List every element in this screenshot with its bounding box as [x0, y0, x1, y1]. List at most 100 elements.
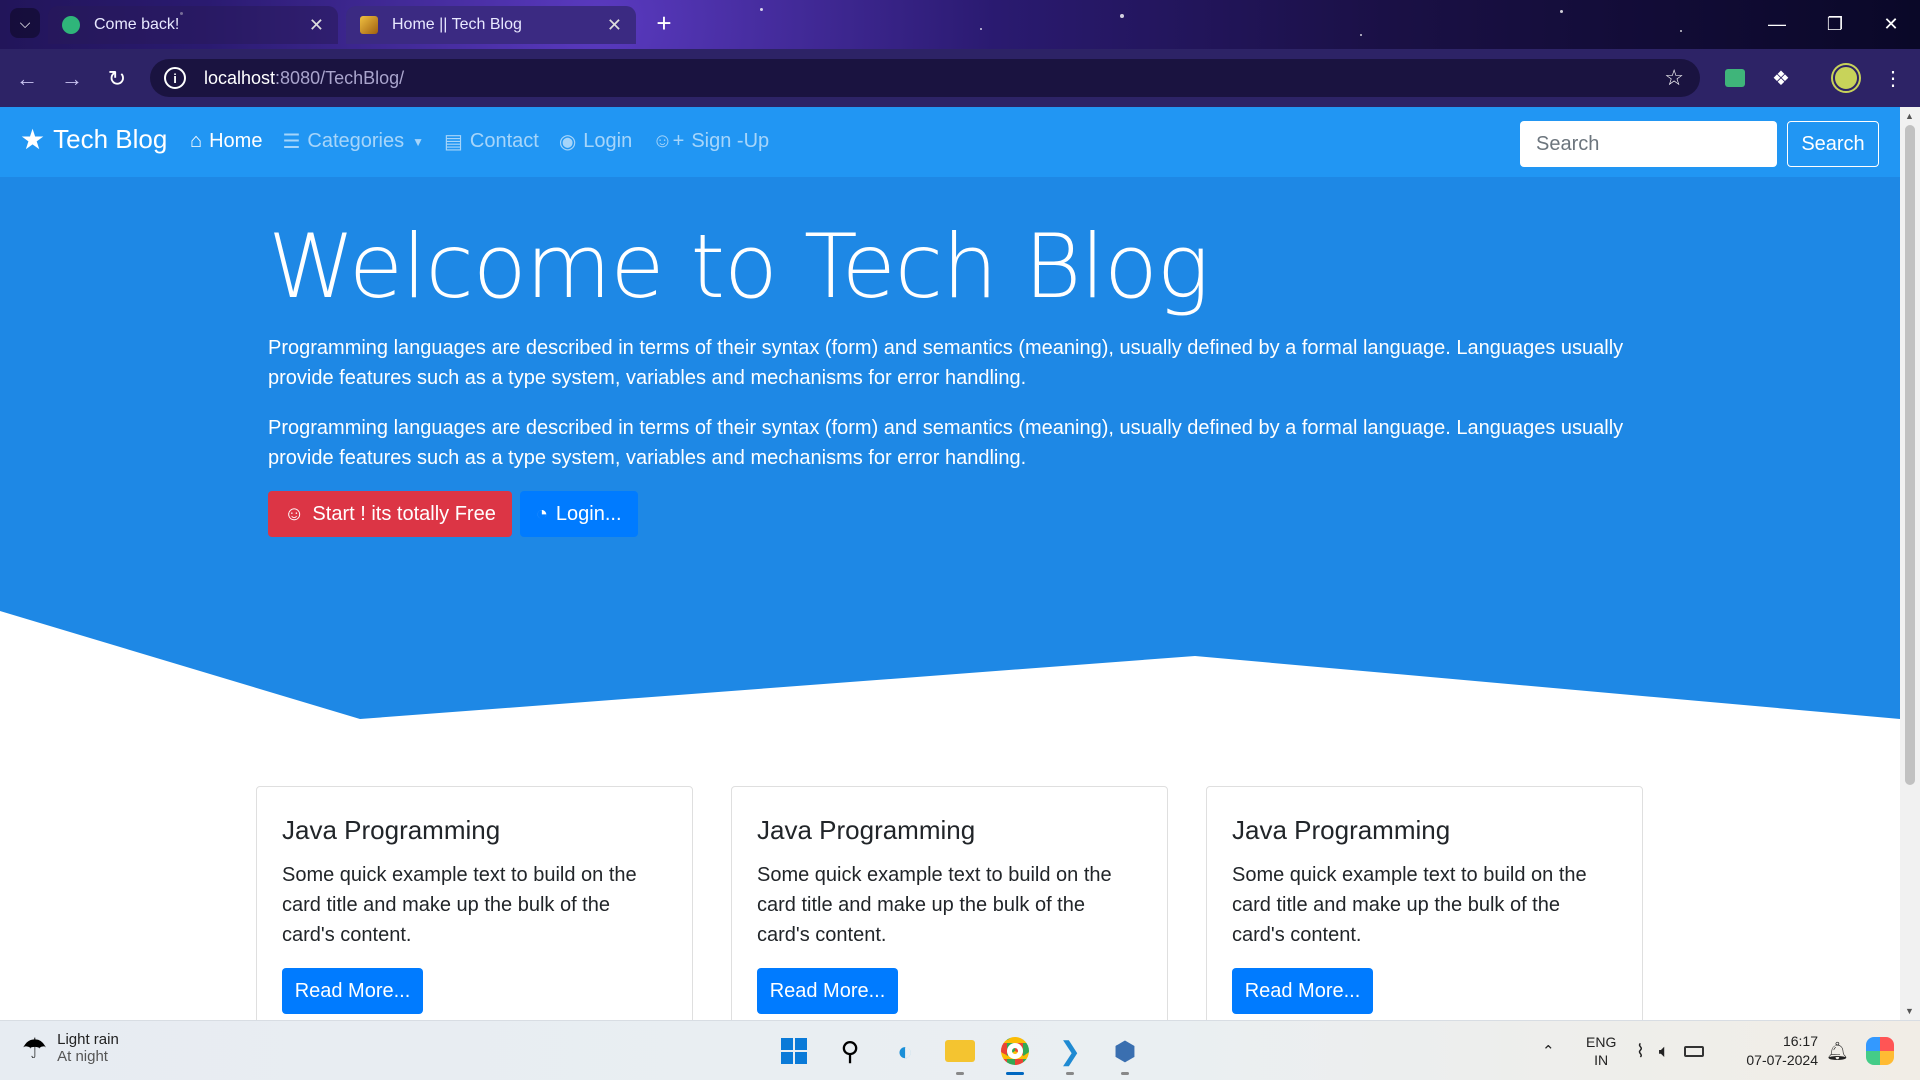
taskbar-search-button[interactable]: ⚲: [832, 1033, 868, 1069]
browser-tab-strip: ⌵ Come back! ✕ Home || Tech Blog ✕ + — ❐…: [0, 0, 1920, 49]
weather-widget[interactable]: ☂ Light rain At night: [22, 1031, 119, 1065]
scroll-up-icon[interactable]: ▲: [1905, 111, 1914, 121]
minimize-button[interactable]: —: [1748, 0, 1806, 49]
user-circle-icon: ◉: [558, 131, 577, 153]
weather-subtitle: At night: [57, 1048, 108, 1065]
contact-card-icon: ▤: [444, 131, 463, 153]
hero-title: Welcome to Tech Blog: [268, 215, 1210, 318]
system-tray-status[interactable]: ⌇ 🔈︎: [1636, 1021, 1704, 1081]
language-code: ENG: [1586, 1034, 1617, 1050]
read-more-button[interactable]: Read More...: [757, 968, 898, 1014]
start-free-label: Start ! its totally Free: [312, 502, 496, 525]
active-indicator: [1006, 1072, 1024, 1075]
edge-browser-icon: ◐: [897, 1035, 913, 1066]
site-navbar: ★ Tech Blog ⌂ Home ☰ Categories ▼ ▤ Cont…: [0, 107, 1900, 177]
start-free-button[interactable]: ☺ Start ! its totally Free: [268, 491, 512, 537]
site-info-icon[interactable]: i: [164, 67, 186, 89]
back-button[interactable]: ←: [12, 64, 42, 94]
home-icon: ⌂: [190, 130, 203, 152]
running-indicator: [1066, 1072, 1074, 1075]
card-text: Some quick example text to build on the …: [757, 864, 1112, 946]
post-card: Java Programming Some quick example text…: [731, 786, 1168, 1020]
close-icon[interactable]: ✕: [309, 15, 324, 36]
nav-item-login[interactable]: ◉ Login: [559, 129, 632, 154]
umbrella-rain-icon: ☂: [22, 1032, 48, 1064]
taskbar-chrome-button[interactable]: [997, 1033, 1033, 1075]
battery-icon: [1683, 1045, 1704, 1057]
bookmark-star-icon[interactable]: ☆: [1664, 65, 1684, 91]
volume-icon: 🔈︎: [1658, 1040, 1670, 1061]
page-scrollbar[interactable]: ▲ ▼: [1900, 107, 1920, 1020]
card-grid: Java Programming Some quick example text…: [256, 786, 1643, 1020]
scrollbar-thumb[interactable]: [1905, 125, 1915, 785]
hero-paragraph-2: Programming languages are described in t…: [268, 417, 1624, 469]
globe-icon: ◔: [535, 502, 548, 525]
brand-label: Tech Blog: [53, 124, 168, 154]
language-indicator[interactable]: ENG IN: [1586, 1021, 1616, 1081]
weather-title: Light rain: [57, 1031, 119, 1048]
nav-item-home[interactable]: ⌂ Home: [190, 129, 262, 154]
site-favicon-icon: [360, 16, 378, 34]
reload-icon: ↻: [107, 66, 127, 91]
read-more-button[interactable]: Read More...: [282, 968, 423, 1014]
scroll-down-icon[interactable]: ▼: [1905, 1006, 1914, 1016]
taskbar-virtualbox-button[interactable]: ⬢: [1107, 1033, 1143, 1075]
windows-logo-icon: [781, 1038, 807, 1064]
folder-icon: [945, 1040, 975, 1062]
user-plus-icon: ☺+: [652, 130, 685, 152]
address-bar[interactable]: i localhost:8080/TechBlog/ ☆: [150, 59, 1700, 97]
tab-title: Home || Tech Blog: [392, 16, 522, 33]
clock[interactable]: 16:17 07-07-2024: [1738, 1021, 1818, 1081]
taskbar-edge-button[interactable]: ◐: [887, 1033, 923, 1069]
copilot-icon: [1866, 1037, 1894, 1065]
search-icon: ⚲: [840, 1035, 860, 1066]
nav-item-contact[interactable]: ▤ Contact: [444, 129, 539, 154]
navbar-brand[interactable]: ★ Tech Blog: [20, 123, 167, 156]
nav-item-signup[interactable]: ☺+ Sign -Up: [652, 129, 769, 154]
hero-content: Welcome to Tech Blog Programming languag…: [268, 217, 1638, 537]
extension-mail-icon[interactable]: [1720, 63, 1750, 93]
star-icon: ★: [20, 124, 46, 155]
copilot-button[interactable]: [1866, 1021, 1894, 1081]
browser-tab-tech-blog[interactable]: Home || Tech Blog ✕: [346, 6, 636, 44]
chevron-up-icon: ⌃: [1542, 1043, 1555, 1060]
running-indicator: [956, 1072, 964, 1075]
browser-tab-come-back[interactable]: Come back! ✕: [48, 6, 338, 44]
url-path: :8080/TechBlog/: [275, 67, 405, 88]
search-button[interactable]: Search: [1787, 121, 1879, 167]
show-hidden-icons-button[interactable]: ⌃: [1542, 1021, 1555, 1081]
taskbar-vscode-button[interactable]: ❯: [1052, 1033, 1088, 1075]
hero-login-button[interactable]: ◔ Login...: [519, 491, 638, 537]
hero-jumbotron: Welcome to Tech Blog Programming languag…: [0, 177, 1900, 777]
restore-button[interactable]: ❐: [1806, 0, 1864, 49]
read-more-button[interactable]: Read More...: [1232, 968, 1373, 1014]
web-page: ★ Tech Blog ⌂ Home ☰ Categories ▼ ▤ Cont…: [0, 107, 1900, 1020]
profile-avatar[interactable]: [1833, 65, 1859, 91]
reload-button[interactable]: ↻: [102, 64, 132, 94]
search-input[interactable]: [1520, 121, 1777, 167]
browser-menu-icon[interactable]: ⋮: [1878, 63, 1908, 93]
os-taskbar: ☂ Light rain At night ⚲ ◐ ❯ ⬢ ⌃ ENG IN ⌇…: [0, 1020, 1920, 1080]
clock-date: 07-07-2024: [1746, 1052, 1818, 1068]
vscode-icon: ❯: [1059, 1035, 1081, 1066]
start-button[interactable]: [776, 1033, 812, 1069]
close-icon[interactable]: ✕: [607, 15, 622, 36]
extensions-puzzle-icon[interactable]: ❖: [1766, 63, 1796, 93]
card-title: Java Programming: [282, 815, 501, 845]
forward-button[interactable]: →: [57, 64, 87, 94]
nav-item-label: Categories: [307, 130, 405, 152]
chrome-icon: [1001, 1037, 1029, 1065]
tab-title: Come back!: [94, 16, 180, 33]
notification-bell-icon[interactable]: 🔔︎: [1826, 1021, 1849, 1081]
card-title: Java Programming: [1232, 815, 1451, 845]
tab-search-button[interactable]: ⌵: [10, 8, 40, 38]
nav-item-label: Contact: [469, 130, 539, 152]
card-text: Some quick example text to build on the …: [1232, 864, 1587, 946]
nav-item-label: Home: [209, 130, 263, 152]
close-window-button[interactable]: ✕: [1862, 0, 1920, 49]
new-tab-button[interactable]: +: [650, 10, 678, 38]
caret-down-icon: ▼: [412, 134, 424, 149]
taskbar-file-explorer-button[interactable]: [942, 1033, 978, 1075]
url-host: localhost: [204, 67, 276, 88]
nav-item-categories[interactable]: ☰ Categories ▼: [282, 129, 424, 154]
